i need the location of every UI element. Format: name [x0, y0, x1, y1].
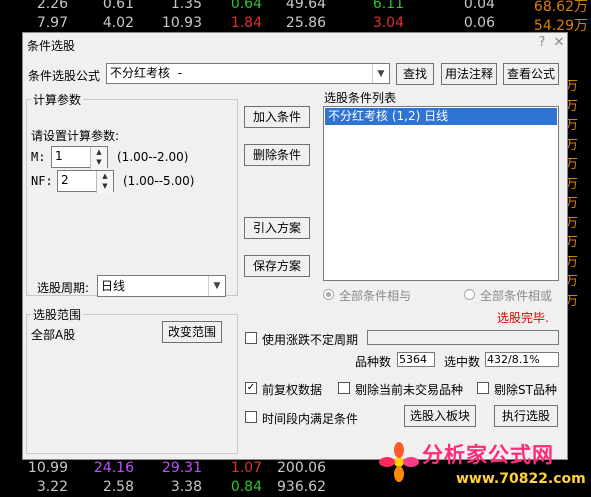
quote-cell: 0.61 [102, 0, 134, 12]
variety-count-value: 5364 [399, 353, 427, 366]
scope-group-title: 选股范围 [31, 306, 84, 323]
quote-cell: 25.86 [285, 15, 326, 31]
period-select[interactable]: 日线 ▼ [97, 275, 226, 297]
quote-cell: 0.84 [230, 479, 262, 495]
quote-cell: 3.38 [170, 479, 202, 495]
background-top-row: 7.97 4.02 10.93 1.84 25.86 3.04 0.06 54.29万 [0, 15, 591, 34]
time-range-label: 时间段内满足条件 [262, 412, 359, 426]
scope-value: 全部A股 [31, 328, 76, 342]
watermark-url: www.70822.com [456, 471, 586, 487]
quote-cell: 1.07 [230, 460, 262, 476]
exclude-st-label: 剔除ST品种 [494, 383, 557, 397]
quote-cell: 0.06 [463, 15, 495, 31]
condition-list-item[interactable]: 不分红考核 (1,2) 日线 [325, 108, 557, 125]
find-button[interactable]: 查找 [396, 63, 434, 85]
quote-cell: 68.62万 [533, 0, 588, 15]
radio-all-or-label: 全部条件相或 [480, 289, 553, 303]
quote-cell: 0.04 [463, 0, 495, 12]
add-condition-button[interactable]: 加入条件 [244, 106, 310, 128]
variety-count-field: 5364 [397, 352, 435, 367]
quote-cell: 0.64 [230, 0, 262, 12]
quote-cell: 2.58 [102, 479, 134, 495]
stock-filter-dialog: 条件选股 ? ✕ 条件选股公式 不分红考核 - ▼ 查找 用法注释 查看公式 计… [22, 32, 568, 460]
uncertain-period-checkbox[interactable] [245, 332, 257, 344]
param-nf-range: (1.00--5.00) [123, 174, 195, 188]
period-select-value: 日线 [101, 279, 126, 293]
close-icon[interactable]: ✕ [552, 36, 566, 50]
quote-cell: 4.02 [102, 15, 134, 31]
param-nf-stepper[interactable]: ▲ ▼ [96, 171, 113, 193]
condition-list[interactable]: 不分红考核 (1,2) 日线 [323, 106, 559, 281]
radio-all-or[interactable] [464, 289, 475, 300]
variety-count-label: 品种数 [355, 355, 392, 369]
period-label: 选股周期: [37, 281, 90, 295]
exclude-untraded-checkbox[interactable] [338, 382, 350, 394]
background-top-row: 2.26 0.61 1.35 0.64 49.64 6.11 0.04 68.62万 [0, 0, 591, 15]
uncertain-period-label: 使用涨跌不定周期 [262, 333, 359, 347]
spin-up-icon[interactable]: ▲ [97, 171, 113, 181]
save-plan-button[interactable]: 保存方案 [244, 255, 310, 277]
spin-down-icon[interactable]: ▼ [97, 181, 113, 191]
param-nf-input[interactable]: 2 ▲ ▼ [57, 170, 114, 193]
params-hint: 请设置计算参数: [31, 129, 120, 143]
radio-all-and[interactable] [323, 289, 334, 300]
uncertain-period-field[interactable] [367, 330, 559, 345]
formula-select[interactable]: 不分红考核 - ▼ [106, 63, 390, 84]
dialog-titlebar[interactable]: 条件选股 ? ✕ [23, 33, 567, 55]
quote-cell: 10.99 [27, 460, 68, 476]
spin-up-icon[interactable]: ▲ [91, 147, 107, 157]
quote-cell: 3.22 [36, 479, 68, 495]
param-m-label: M: [31, 150, 46, 164]
quote-cell: 29.31 [161, 460, 202, 476]
time-range-checkbox[interactable] [245, 411, 257, 423]
param-m-range: (1.00--2.00) [117, 150, 189, 164]
condition-list-title: 选股条件列表 [324, 91, 397, 105]
exclude-untraded-label: 剔除当前未交易品种 [355, 383, 464, 397]
delete-condition-button[interactable]: 删除条件 [244, 144, 310, 166]
formula-label: 条件选股公式 [28, 69, 101, 83]
param-m-stepper[interactable]: ▲ ▼ [90, 147, 107, 169]
watermark-text: 分析家公式网 [422, 443, 554, 467]
add-to-board-button[interactable]: 选股入板块 [404, 405, 476, 427]
chevron-down-icon[interactable]: ▼ [372, 64, 389, 83]
quote-cell: 200.06 [277, 460, 326, 476]
execute-filter-button[interactable]: 执行选股 [494, 405, 558, 427]
formula-select-value: 不分红考核 - [110, 66, 182, 80]
import-plan-button[interactable]: 引入方案 [244, 217, 310, 239]
dialog-title: 条件选股 [27, 39, 76, 53]
view-formula-button[interactable]: 查看公式 [503, 63, 559, 85]
quote-cell: 6.11 [372, 0, 404, 12]
watermark-logo-icon [379, 442, 419, 482]
watermark: 分析家公式网 www.70822.com [370, 435, 591, 495]
param-nf-value: 2 [61, 173, 69, 187]
pre-adjust-checkbox[interactable]: ✓ [245, 382, 257, 394]
usage-notes-button[interactable]: 用法注释 [441, 63, 497, 85]
pre-adjust-label: 前复权数据 [262, 383, 323, 397]
exclude-st-checkbox[interactable] [477, 382, 489, 394]
param-nf-label: NF: [31, 174, 53, 188]
quote-cell: 7.97 [36, 15, 68, 31]
help-icon[interactable]: ? [535, 36, 549, 50]
spin-down-icon[interactable]: ▼ [91, 157, 107, 167]
scope-group: 选股范围 全部A股 改变范围 [26, 306, 238, 454]
quote-cell: 1.35 [170, 0, 202, 12]
params-group-title: 计算参数 [31, 91, 84, 108]
quote-cell: 2.26 [36, 0, 68, 12]
change-scope-button[interactable]: 改变范围 [162, 321, 222, 343]
quote-cell: 10.93 [161, 15, 202, 31]
quote-cell: 24.16 [93, 460, 134, 476]
quote-cell: 3.04 [372, 15, 404, 31]
radio-all-and-label: 全部条件相与 [339, 289, 412, 303]
param-m-input[interactable]: 1 ▲ ▼ [51, 146, 108, 169]
selected-count-label: 选中数 [444, 355, 481, 369]
param-m-value: 1 [55, 149, 63, 163]
selected-count-field: 432/8.1% [485, 352, 559, 367]
chevron-down-icon[interactable]: ▼ [208, 276, 225, 296]
params-group: 计算参数 请设置计算参数: M: 1 ▲ ▼ (1.00--2.00) NF: 2… [26, 91, 238, 297]
status-text: 选股完毕. [497, 311, 549, 325]
quote-cell: 49.64 [285, 0, 326, 12]
quote-cell: 1.84 [230, 15, 262, 31]
selected-count-value: 432/8.1% [487, 353, 540, 366]
quote-cell: 936.62 [277, 479, 326, 495]
